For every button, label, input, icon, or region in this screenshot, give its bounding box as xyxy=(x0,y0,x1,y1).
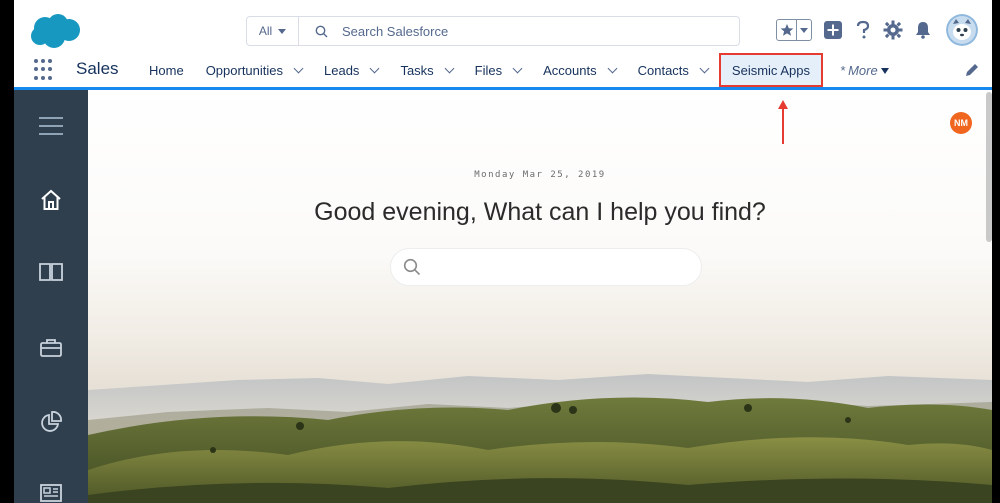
user-initials-badge[interactable]: NM xyxy=(950,112,972,134)
home-icon[interactable] xyxy=(37,186,65,214)
book-icon[interactable] xyxy=(37,258,65,286)
search-icon xyxy=(403,258,421,276)
search-scope-dropdown[interactable]: All xyxy=(247,17,299,45)
scrollbar[interactable] xyxy=(986,92,992,242)
chevron-down-icon[interactable] xyxy=(444,63,455,74)
add-plus-icon[interactable] xyxy=(822,19,844,41)
more-label: More xyxy=(848,63,878,78)
chevron-down-icon[interactable] xyxy=(293,63,304,74)
utility-sidebar xyxy=(14,90,88,503)
salesforce-app: All Search Salesforce Sales Home Opportu… xyxy=(14,0,992,503)
news-icon[interactable] xyxy=(37,478,65,503)
edit-pencil-icon[interactable] xyxy=(964,62,980,78)
screen-edge-left xyxy=(0,0,14,503)
user-avatar[interactable] xyxy=(946,14,978,46)
more-tabs-menu[interactable]: * More xyxy=(840,63,889,78)
chevron-down-icon[interactable] xyxy=(699,63,710,74)
tab-tasks[interactable]: Tasks xyxy=(389,54,463,87)
salesforce-cloud-icon[interactable] xyxy=(28,12,82,50)
tab-label: Accounts xyxy=(543,63,597,78)
chevron-down-icon[interactable] xyxy=(369,63,380,74)
search-icon xyxy=(315,25,328,37)
tab-contacts[interactable]: Contacts xyxy=(627,54,719,87)
app-launcher-waffle-icon[interactable] xyxy=(34,59,56,81)
setup-gear-icon[interactable] xyxy=(882,19,904,41)
app-name: Sales xyxy=(76,59,119,78)
tab-leads[interactable]: Leads xyxy=(313,54,389,87)
tab-opportunities[interactable]: Opportunities xyxy=(195,54,313,87)
main-content: Monday Mar 25, 2019 Good evening, What c… xyxy=(88,90,992,503)
chevron-down-icon xyxy=(880,67,889,74)
tab-label: Files xyxy=(474,63,503,78)
screen-edge-right xyxy=(992,0,1000,503)
tab-accounts[interactable]: Accounts xyxy=(532,54,626,87)
tab-seismic-apps[interactable]: Seismic Apps xyxy=(718,53,823,87)
chevron-down-icon[interactable] xyxy=(512,63,523,74)
search-input[interactable] xyxy=(342,23,722,39)
nav-tabs: Home Opportunities Leads Tasks Files Acc… xyxy=(138,53,823,87)
tab-label: Tasks xyxy=(400,63,434,78)
favorites-dropdown-icon[interactable] xyxy=(797,20,811,40)
tab-home[interactable]: Home xyxy=(138,54,195,87)
tab-label: Home xyxy=(149,63,184,78)
annotation-arrow xyxy=(778,100,788,144)
current-date: Monday Mar 25, 2019 xyxy=(474,170,606,180)
landscape-background-image xyxy=(88,374,992,503)
header-icons xyxy=(776,14,978,46)
favorites-star-icon[interactable] xyxy=(777,20,797,40)
global-search: All xyxy=(246,16,740,46)
tab-files[interactable]: Files xyxy=(464,54,532,87)
chevron-down-icon xyxy=(278,28,287,34)
app-nav-bar: Sales Home Opportunities Leads Tasks Fil… xyxy=(14,53,992,90)
greeting-heading: Good evening, What can I help you find? xyxy=(314,198,766,226)
notifications-bell-icon[interactable] xyxy=(912,19,934,41)
more-prefix: * xyxy=(840,63,846,78)
home-search-box[interactable] xyxy=(390,248,702,286)
tab-label: Contacts xyxy=(637,63,689,78)
tab-label: Leads xyxy=(324,63,360,78)
home-search-input[interactable] xyxy=(431,259,691,275)
search-field xyxy=(299,17,739,45)
menu-icon[interactable] xyxy=(37,112,65,140)
tab-label: Seismic Apps xyxy=(731,62,810,78)
favorites-group xyxy=(776,19,812,41)
briefcase-icon[interactable] xyxy=(37,334,65,362)
search-scope-label: All xyxy=(258,24,273,38)
pie-chart-icon[interactable] xyxy=(37,408,65,436)
tab-label: Opportunities xyxy=(205,63,284,78)
chevron-down-icon[interactable] xyxy=(607,63,618,74)
global-header: All xyxy=(14,0,992,54)
help-icon[interactable] xyxy=(852,19,874,41)
